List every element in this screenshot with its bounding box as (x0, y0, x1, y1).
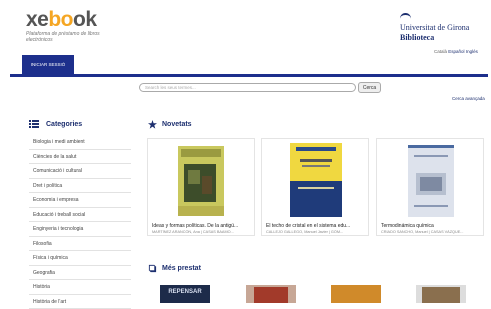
popular-book-cover[interactable] (416, 285, 466, 303)
search-button[interactable]: Cerca (358, 82, 381, 93)
xebook-logo[interactable]: xebook (26, 9, 97, 30)
book-cover-image (290, 143, 342, 217)
categories-title: Categories (46, 121, 82, 128)
category-item[interactable]: Dret i política (29, 179, 131, 194)
book-author: MARTÍNEZ ARANCÓN, Ana | CASAS BAAMO... (152, 230, 254, 234)
popular-book-cover[interactable] (331, 285, 381, 303)
login-button[interactable]: INICIAR SESSIÓ (22, 55, 74, 74)
university-name: Universitat de Girona (400, 23, 469, 32)
novetats-title: Novetats (162, 121, 192, 128)
category-item[interactable]: Filosofia (29, 237, 131, 252)
book-card[interactable]: Ideas y formas políticas. De la antigü..… (147, 138, 255, 236)
star-icon (148, 120, 157, 129)
book-card[interactable]: Termodinámica química CRIADO SANCHO, Man… (376, 138, 484, 236)
popular-book-cover[interactable] (246, 285, 296, 303)
university-seal-icon (400, 13, 411, 23)
language-selector: Català Español Inglés (434, 49, 478, 54)
cover-art (254, 287, 288, 303)
book-title[interactable]: Ideas y formas políticas. De la antigü..… (152, 223, 254, 229)
category-item[interactable]: Geografia (29, 266, 131, 281)
category-item[interactable]: Ciències de la salut (29, 150, 131, 165)
category-item[interactable]: Economia i empresa (29, 193, 131, 208)
category-item[interactable]: Enginyeria i tecnologia (29, 222, 131, 237)
book-author: CRIADO SANCHO, Manuel | CASAS VÁZQUE... (381, 230, 483, 234)
category-list: Biologia i medi ambient Ciències de la s… (29, 135, 131, 309)
language-english[interactable]: Inglés (466, 49, 478, 54)
top-navbar (10, 60, 488, 77)
category-item[interactable]: Història de l'art (29, 295, 131, 309)
book-card[interactable]: El techo de cristal en el sistema edu...… (261, 138, 369, 236)
book-cover-image (178, 146, 224, 216)
search-input[interactable]: Search les seus termes... (139, 83, 356, 92)
library-name: Biblioteca (400, 33, 434, 42)
book-cover-image (408, 145, 454, 217)
book-author: CALLEJO GALLEGO, Manuel Javier | GÓM... (266, 230, 368, 234)
language-catalan[interactable]: Català (434, 49, 447, 54)
book-title[interactable]: El techo de cristal en el sistema edu... (266, 223, 368, 229)
advanced-search-link[interactable]: Cerca avançada (452, 96, 485, 101)
category-item[interactable]: Comunicació i cultural (29, 164, 131, 179)
popular-book-cover[interactable]: REPENSAR (160, 285, 210, 303)
mes-prestat-title: Més prestat (162, 265, 201, 272)
category-item[interactable]: Història (29, 280, 131, 295)
cover-art (422, 287, 460, 303)
category-item[interactable]: Biologia i medi ambient (29, 135, 131, 150)
book-icon (148, 264, 157, 273)
list-icon (29, 120, 39, 128)
book-title[interactable]: Termodinámica química (381, 223, 483, 229)
logo-tagline: Plataforma de préstamo de libros electró… (26, 31, 116, 43)
category-item[interactable]: Educació i treball social (29, 208, 131, 223)
language-spanish[interactable]: Español (448, 49, 464, 54)
category-item[interactable]: Física i química (29, 251, 131, 266)
